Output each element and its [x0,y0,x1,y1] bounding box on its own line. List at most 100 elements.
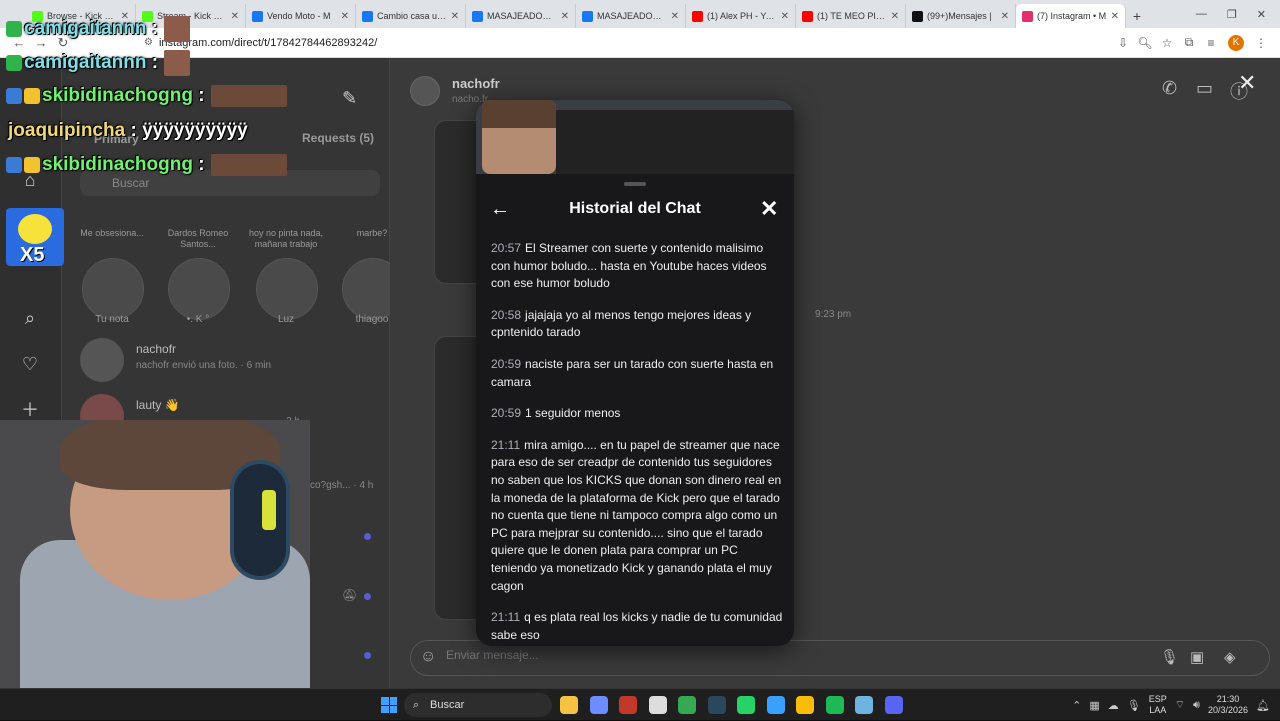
media-controls-icon[interactable]: ≡ [1200,36,1222,50]
zoom-icon[interactable]: 🔍︎ [1134,36,1156,50]
browser-tab[interactable]: MASAJEADOR ÍN ✕ [576,4,686,28]
browser-tab[interactable]: (7) Instagram • M ✕ [1016,4,1126,28]
browser-menu-icon[interactable]: ⋮ [1250,36,1272,50]
favicon-icon [692,10,703,22]
note-avatar[interactable] [256,258,318,320]
history-message: 20:59 1 seguidor menos [491,405,785,423]
close-tab-icon[interactable]: ✕ [561,11,569,22]
close-tab-icon[interactable]: ✕ [1111,11,1119,22]
close-tab-icon[interactable]: ✕ [781,11,789,22]
gift-alert-icon: X5 [6,208,64,266]
video-call-icon[interactable]: ▭ [1196,78,1213,99]
file-explorer-icon[interactable] [560,696,578,714]
stream-chat-line: skibidinachogng : [6,85,287,107]
kick-badge-icon [6,55,22,71]
address-bar: ← → ↻ ⚙ instagram.com/direct/t/178427844… [0,28,1280,58]
wifi-icon[interactable]: ⌔ [1175,698,1185,712]
chat-username: camigaitannn [24,52,147,74]
image-icon[interactable]: ▣ [1190,648,1204,666]
history-message: 21:11 q es plata real los kicks y nadie d… [491,609,785,644]
call-icon[interactable]: ✆ [1162,78,1177,99]
profile-avatar[interactable]: K [1228,34,1244,51]
notepad-icon[interactable] [855,696,873,714]
close-tab-icon[interactable]: ✕ [451,11,459,22]
browser-tab[interactable]: (99+)Mensajes | ✕ [906,4,1016,28]
close-tab-icon[interactable]: ✕ [671,11,679,22]
browser-tab[interactable]: (1) Alex PH - YouT ✕ [686,4,796,28]
chat-username[interactable]: nachofr [452,76,500,91]
browser-tab[interactable]: (1) TE MEO PIÑER ✕ [796,4,906,28]
extensions-icon[interactable]: ⧉ [1178,35,1200,50]
message-time: 20:57 [491,241,522,255]
search-icon[interactable]: ⌕ [18,306,42,330]
copilot-icon[interactable] [589,696,608,714]
create-icon[interactable]: ＋ [18,398,42,422]
window-controls: — ❐ ✕ [1196,0,1280,28]
tab-requests[interactable]: Requests (5) [302,131,374,145]
tab-title: MASAJEADOR ÍN [597,11,667,21]
close-tab-icon[interactable]: ✕ [231,11,239,22]
volume-icon[interactable]: 🔊︎ [1193,699,1200,712]
chrome-icon[interactable] [678,696,696,714]
store-icon[interactable] [648,696,667,714]
sticker-icon[interactable]: ◈ [1224,648,1236,666]
tab-title: (1) Alex PH - YouT [707,11,777,21]
chevron-up-icon[interactable]: ⌃ [1072,699,1081,712]
whatsapp-icon[interactable] [737,696,755,714]
back-arrow-icon[interactable]: ← [490,198,510,221]
browser-tab[interactable]: MASAJEADOR ÍN ✕ [466,4,576,28]
language-indicator[interactable]: ESP LAA [1149,694,1167,716]
close-icon[interactable]: ✕ [760,196,778,222]
steam-icon[interactable] [707,696,726,714]
cloud-icon[interactable]: ☁ [1108,699,1119,712]
browser-tab[interactable]: Vendo Moto - M ✕ [246,4,356,28]
stream-chat-line: camigaitannn : [6,16,191,42]
maximize-icon[interactable]: ❐ [1227,8,1237,21]
close-tab-icon[interactable]: ✕ [341,11,349,22]
discord-icon[interactable] [884,696,903,714]
emoji-icon[interactable]: ☺ [420,648,436,666]
favicon-icon [582,10,593,22]
message-text: mira amigo.... en tu papel de streamer q… [491,437,782,593]
close-window-icon[interactable]: ✕ [1257,8,1266,21]
chat-avatar[interactable] [410,76,440,106]
note-avatar[interactable] [168,258,230,320]
note-avatar[interactable] [82,258,144,320]
close-tab-icon[interactable]: ✕ [891,11,899,22]
drag-handle[interactable] [624,182,646,186]
message-input[interactable]: Enviar mensaje... [446,648,539,662]
tray-app-icon[interactable]: ▦ [1089,699,1099,712]
system-tray: ⌃ ▦ ☁ 🎙︎ ESP LAA ⌔ 🔊︎ 21:30 20/3/2026 🔔︎ [1072,689,1270,721]
moderator-badge-icon [6,157,22,173]
notifications-icon[interactable]: 🔔︎ [1256,699,1270,712]
new-tab-button[interactable]: + [1126,4,1148,28]
install-icon[interactable]: ⇩ [1112,36,1134,50]
taskbar-search[interactable]: ⌕ Buscar [404,693,552,717]
conversation-item[interactable]: nachofr nachofr envió una foto. · 6 min [80,338,380,388]
url-field[interactable]: ⚙ instagram.com/direct/t/178427844628932… [144,32,1112,54]
close-tab-icon[interactable]: ✕ [1001,11,1009,22]
browser-tab[interactable]: Cambio casa ubic ✕ [356,4,466,28]
chat-history-list[interactable]: 20:57 El Streamer con suerte y contenido … [491,240,785,646]
tab-title: Vendo Moto - M [267,11,331,21]
minimize-icon[interactable]: — [1196,8,1207,20]
f-app-icon[interactable] [766,696,785,714]
clock[interactable]: 21:30 20/3/2026 [1208,694,1248,716]
unread-dot [364,533,371,540]
winrar-icon[interactable] [619,696,637,714]
stream-chat-line: joaquipincha : ÿÿÿÿÿÿÿÿÿÿ [8,120,248,141]
modal-camera-preview [476,100,794,174]
stream-chat-line: skibidinachogng : [6,154,287,176]
windows-start-icon[interactable] [381,697,397,713]
tab-title: (1) TE MEO PIÑER [817,11,887,21]
microphone-icon[interactable]: 🎙︎ [1127,699,1141,712]
emote-icon [164,50,191,76]
close-overlay-icon[interactable]: ✕ [1238,70,1256,96]
chrome-profile-icon[interactable] [796,696,814,714]
compose-icon[interactable]: ✎ [342,88,357,109]
microphone-icon[interactable]: 🎙︎ [1160,648,1179,666]
heart-icon[interactable]: ♡ [18,352,42,376]
spotify-icon[interactable] [825,696,844,714]
emote-icon [164,16,191,42]
bookmark-star-icon[interactable]: ☆ [1156,36,1178,50]
